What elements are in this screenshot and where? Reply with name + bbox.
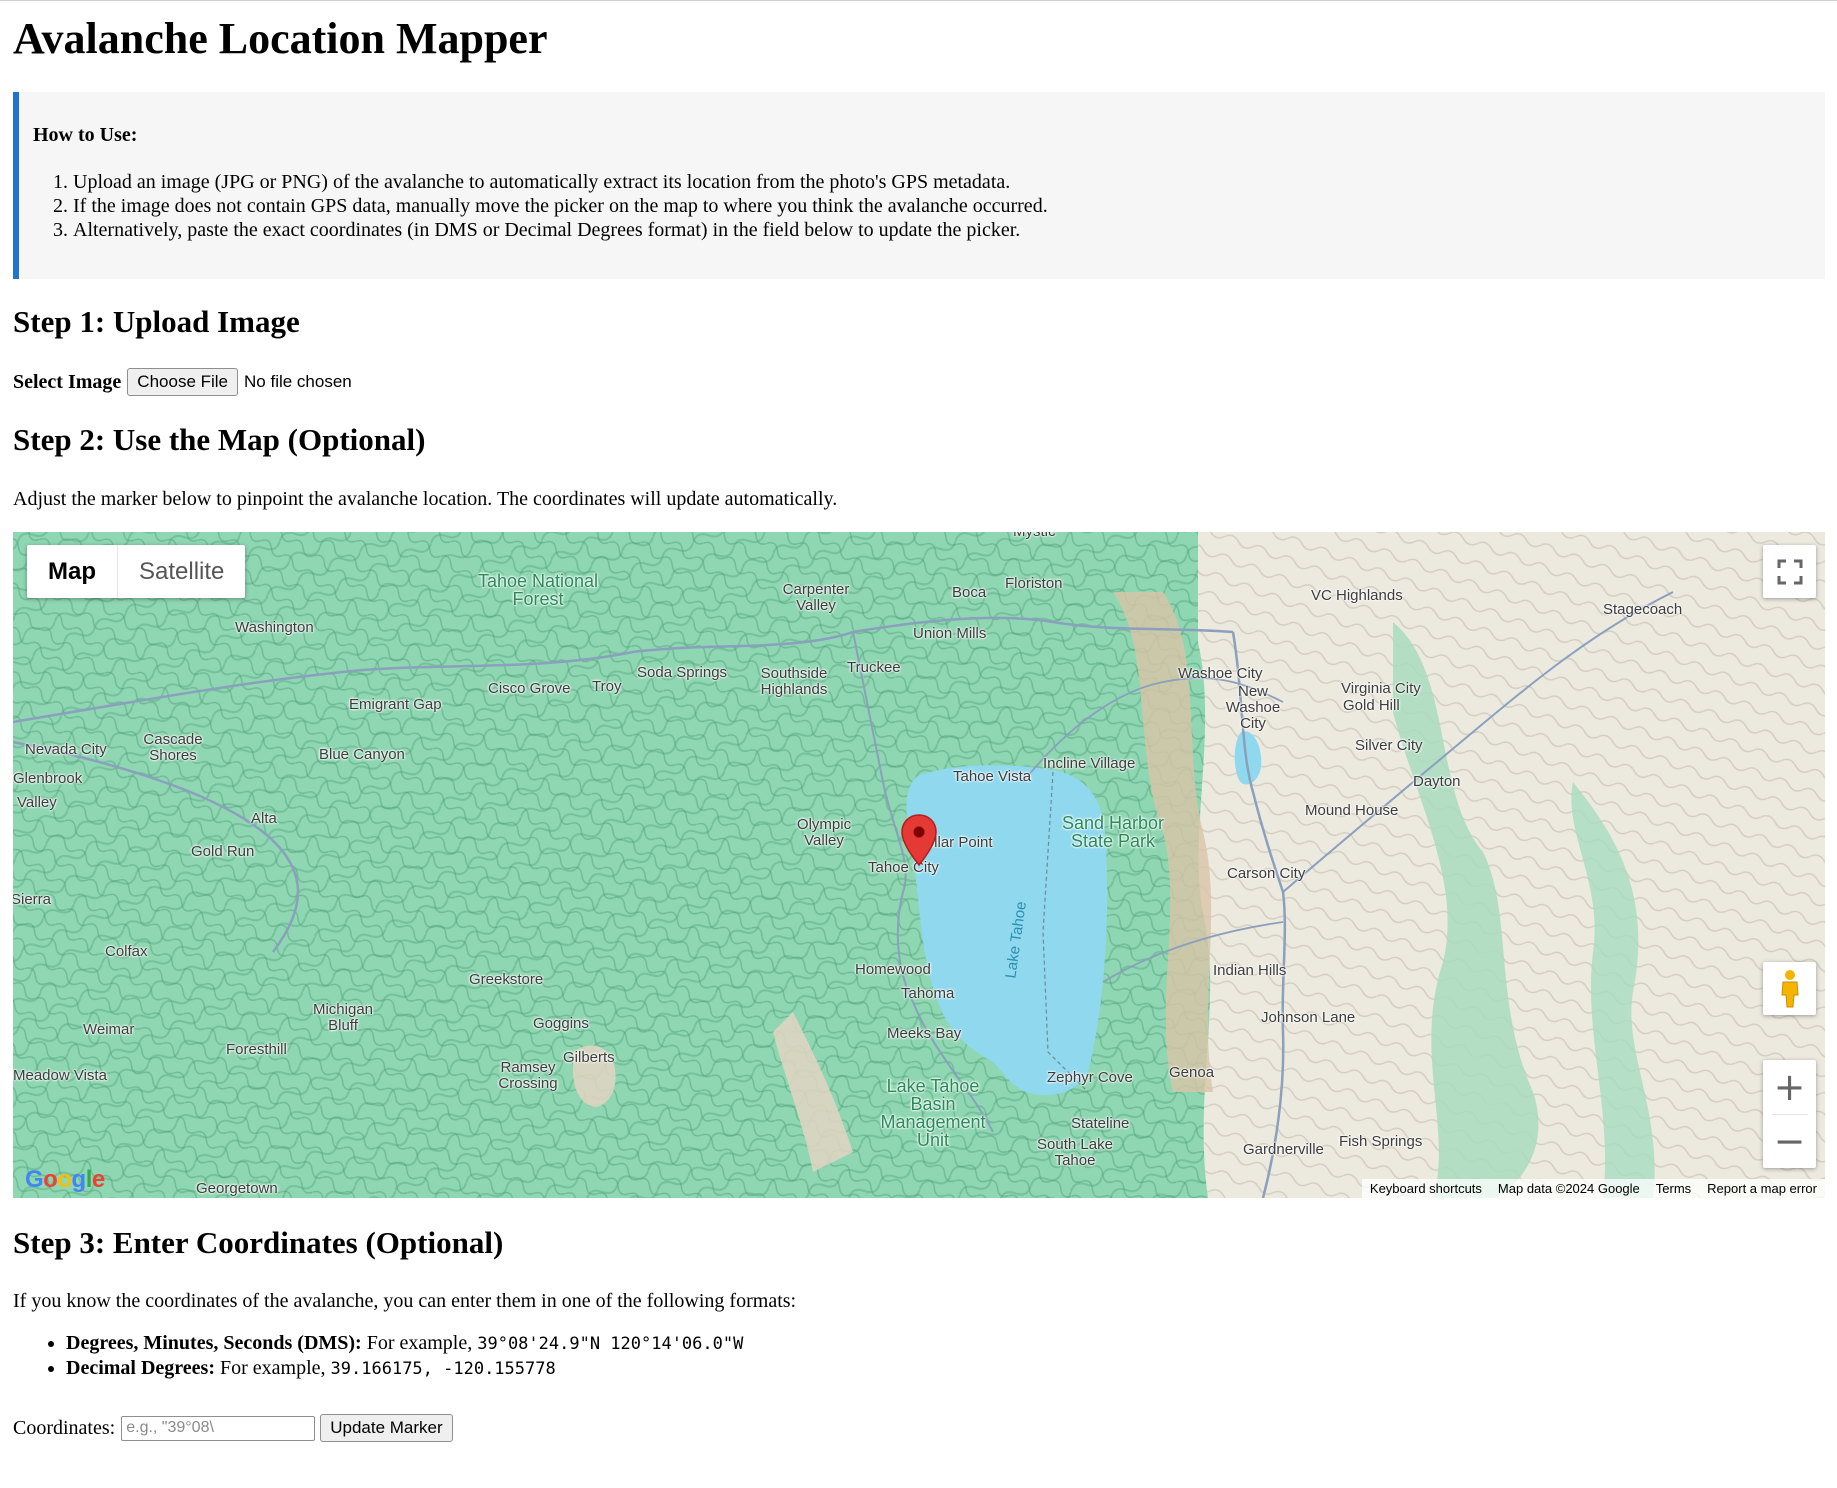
update-marker-button[interactable]: Update Marker: [320, 1414, 453, 1442]
location-marker-icon[interactable]: [901, 814, 937, 866]
google-logo: Google: [25, 1166, 105, 1193]
fullscreen-button[interactable]: [1763, 545, 1816, 598]
map-data-text: Map data ©2024 Google: [1497, 1181, 1640, 1196]
file-upload-row: Select Image Choose File No file chosen: [13, 368, 352, 396]
street-view-pegman-button[interactable]: [1763, 962, 1816, 1015]
select-image-label: Select Image: [13, 370, 122, 393]
coordinate-formats-list: Degrees, Minutes, Seconds (DMS): For exa…: [13, 1331, 743, 1381]
format-example: 39°08'24.9"N 120°14'06.0"W: [477, 1334, 744, 1354]
format-example: 39.166175, -120.155778: [330, 1359, 556, 1379]
how-to-panel: How to Use: Upload an image (JPG or PNG)…: [13, 92, 1825, 279]
step1-heading: Step 1: Upload Image: [13, 304, 300, 339]
fullscreen-icon: [1777, 559, 1802, 584]
step2-heading: Step 2: Use the Map (Optional): [13, 422, 426, 457]
coordinates-input[interactable]: [121, 1415, 316, 1441]
format-name: Degrees, Minutes, Seconds (DMS):: [66, 1332, 362, 1354]
how-to-step: Upload an image (JPG or PNG) of the aval…: [73, 170, 1825, 194]
how-to-step: If the image does not contain GPS data, …: [73, 194, 1825, 218]
report-map-error-link[interactable]: Report a map error: [1707, 1181, 1817, 1196]
zoom-out-button[interactable]: −: [1763, 1115, 1816, 1168]
coordinates-row: Coordinates: Update Marker: [13, 1414, 453, 1442]
map-type-satellite-button[interactable]: Satellite: [118, 545, 245, 598]
keyboard-shortcuts-link[interactable]: Keyboard shortcuts: [1370, 1181, 1482, 1196]
zoom-in-button[interactable]: +: [1763, 1061, 1816, 1114]
how-to-title: How to Use:: [33, 124, 138, 146]
format-item-dms: Degrees, Minutes, Seconds (DMS): For exa…: [66, 1331, 743, 1356]
how-to-step: Alternatively, paste the exact coordinat…: [73, 218, 1825, 242]
pegman-icon: [1780, 969, 1799, 1007]
file-status: No file chosen: [244, 372, 352, 391]
format-prefix: For example,: [220, 1357, 326, 1379]
zoom-control: + −: [1763, 1060, 1816, 1168]
page-title: Avalanche Location Mapper: [13, 14, 548, 63]
map[interactable]: Mystic Tahoe National Forest Carpenter V…: [13, 532, 1825, 1198]
map-attribution: Keyboard shortcuts Map data ©2024 Google…: [1361, 1179, 1825, 1198]
step2-description: Adjust the marker below to pinpoint the …: [13, 488, 838, 510]
step3-heading: Step 3: Enter Coordinates (Optional): [13, 1225, 504, 1260]
step3-description: If you know the coordinates of the avala…: [13, 1290, 797, 1312]
map-type-control: Map Satellite: [27, 545, 246, 598]
how-to-steps: Upload an image (JPG or PNG) of the aval…: [33, 170, 1825, 242]
format-prefix: For example,: [366, 1332, 473, 1354]
map-type-map-button[interactable]: Map: [27, 545, 118, 598]
format-name: Decimal Degrees:: [66, 1357, 216, 1379]
choose-file-button[interactable]: Choose File: [127, 368, 239, 396]
coordinates-label: Coordinates:: [13, 1416, 116, 1439]
terms-link[interactable]: Terms: [1656, 1181, 1691, 1196]
format-item-decimal: Decimal Degrees: For example, 39.166175,…: [66, 1356, 743, 1381]
